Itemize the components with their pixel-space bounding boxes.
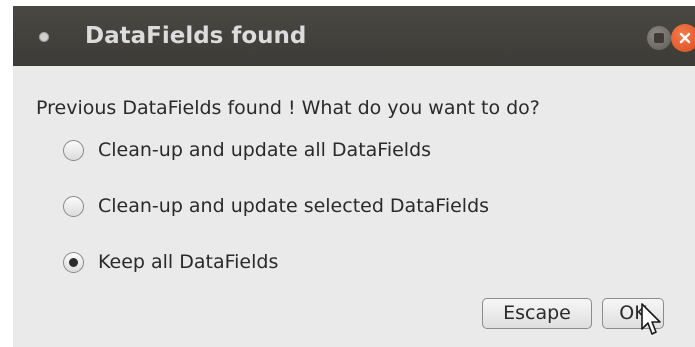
mouse-cursor-icon	[641, 303, 661, 335]
option-cleanup-selected[interactable]: Clean-up and update selected DataFields	[63, 192, 489, 220]
dialog-content: Previous DataFields found ! What do you …	[13, 66, 695, 347]
dialog-message: Previous DataFields found ! What do you …	[36, 97, 540, 119]
maximize-icon[interactable]	[647, 26, 671, 50]
close-icon[interactable]	[671, 24, 695, 52]
title-bar[interactable]: DataFields found	[13, 6, 695, 66]
option-label: Clean-up and update all DataFields	[98, 139, 432, 161]
option-label: Keep all DataFields	[98, 251, 279, 273]
option-label: Clean-up and update selected DataFields	[98, 195, 490, 217]
option-cleanup-all[interactable]: Clean-up and update all DataFields	[63, 136, 431, 164]
radio-button[interactable]	[63, 195, 84, 217]
window-title: DataFields found	[85, 23, 307, 49]
window-menu-icon[interactable]	[39, 32, 49, 42]
dialog-window: DataFields found Previous DataFields fou…	[13, 6, 695, 347]
radio-button[interactable]	[63, 139, 84, 161]
escape-button[interactable]: Escape	[482, 298, 592, 329]
window-controls	[631, 24, 695, 52]
option-keep-all[interactable]: Keep all DataFields	[63, 248, 278, 276]
radio-button-selected[interactable]	[63, 251, 84, 273]
